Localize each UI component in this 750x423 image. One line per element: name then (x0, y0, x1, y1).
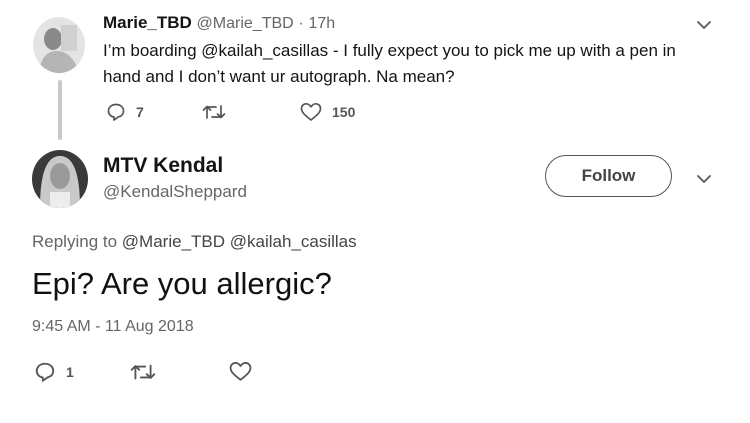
parent-tweet-header: Marie_TBD @Marie_TBD · 17h (103, 13, 335, 33)
replying-to-line: Replying to @Marie_TBD @kailah_casillas (32, 232, 357, 252)
reply-reply-action[interactable]: 1 (34, 361, 74, 383)
parent-handle[interactable]: @Marie_TBD (197, 15, 294, 32)
follow-button[interactable]: Follow (545, 155, 672, 197)
parent-time[interactable]: 17h (309, 15, 336, 32)
chevron-down-icon[interactable] (696, 172, 712, 190)
retweet-icon (130, 362, 156, 382)
reply-timestamp[interactable]: 9:45 AM - 11 Aug 2018 (32, 318, 194, 336)
replying-to-prefix: Replying to (32, 232, 118, 251)
reply-retweet-action[interactable] (130, 362, 156, 382)
parent-reply-count: 7 (136, 104, 144, 120)
parent-retweet-action[interactable] (202, 103, 226, 121)
parent-separator: · (298, 15, 304, 32)
reply-tweet-text: Epi? Are you allergic? (32, 266, 332, 301)
avatar-marie[interactable] (33, 17, 85, 73)
reply-reply-count: 1 (66, 364, 74, 380)
replying-to-mention[interactable]: @Marie_TBD (122, 232, 225, 251)
retweet-icon (202, 103, 226, 121)
parent-reply-action[interactable]: 7 (106, 102, 144, 122)
like-icon (229, 361, 252, 382)
parent-like-action[interactable]: 150 (300, 102, 355, 122)
thread-line (58, 80, 62, 140)
reply-icon (34, 361, 56, 383)
parent-like-count: 150 (332, 104, 356, 120)
parent-display-name[interactable]: Marie_TBD (103, 13, 192, 32)
parent-tweet-text: I’m boarding @kailah_casillas - I fully … (103, 41, 676, 86)
chevron-down-icon[interactable] (696, 18, 712, 36)
avatar-kendal[interactable] (32, 150, 88, 208)
like-icon (300, 102, 322, 122)
reply-icon (106, 102, 126, 122)
reply-like-action[interactable] (229, 361, 252, 382)
reply-handle[interactable]: @KendalSheppard (103, 182, 247, 202)
replying-to-mention[interactable]: @kailah_casillas (230, 232, 357, 251)
reply-display-name[interactable]: MTV Kendal (103, 154, 223, 178)
